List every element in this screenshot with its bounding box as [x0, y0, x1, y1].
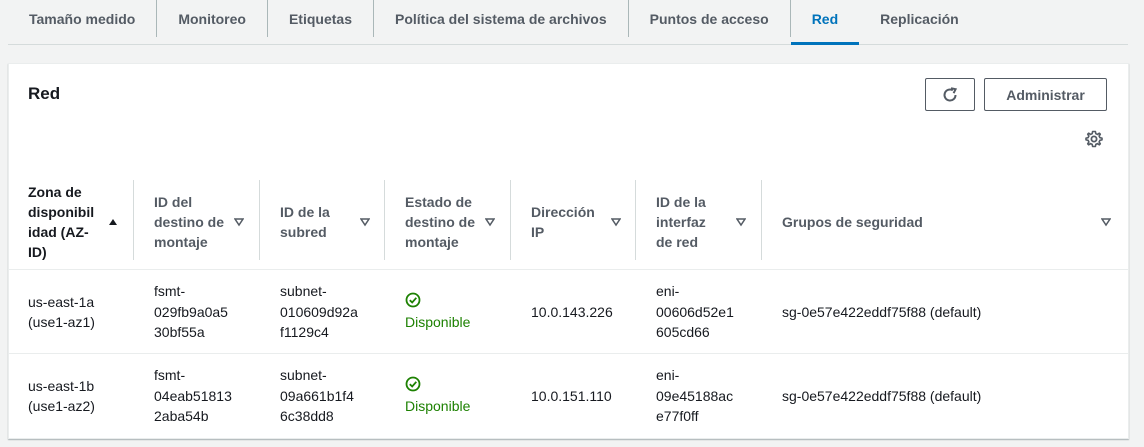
- security-groups-cell: sg-0e57e422eddf75f88 (default): [782, 387, 982, 404]
- ip-address-cell: 10.0.151.110: [531, 387, 612, 404]
- table-header: Zona de disponibil idad (AZ- ID) ID del …: [9, 174, 1128, 270]
- status-cell: Disponible: [405, 354, 470, 438]
- mount-target-id-cell: fsmt- 029fb9a0a5 30bf55a: [154, 283, 228, 341]
- tab-access-points[interactable]: Puntos de acceso: [627, 0, 790, 37]
- subnet-id-cell: subnet- 010609d92a f1129c4: [280, 283, 358, 341]
- column-divider: [635, 180, 636, 260]
- column-header-mount-target-state[interactable]: Estado de destino de montaje: [405, 174, 510, 270]
- column-divider: [761, 180, 762, 260]
- status-cell: Disponible: [405, 270, 470, 354]
- network-panel: Red Administrar Zona de disponibil idad …: [8, 63, 1129, 439]
- tab-monitoring[interactable]: Monitoreo: [156, 0, 267, 37]
- network-interface-id-cell: eni- 09e45188ac e77f0ff: [656, 367, 734, 425]
- sort-icon: [360, 218, 370, 227]
- sort-ascending-icon: [109, 219, 117, 225]
- table-row: us-east-1b (use1-az2) fsmt- 04eab51813 2aba…: [9, 354, 1128, 438]
- column-header-security-groups[interactable]: Grupos de seguridad: [782, 174, 1117, 270]
- mount-target-id-cell: fsmt- 04eab51813 2aba54b: [154, 367, 232, 425]
- security-groups-cell: sg-0e57e422eddf75f88 (default): [782, 303, 982, 320]
- network-interface-id-cell: eni- 00606d52e1 605cd66: [656, 283, 734, 341]
- status-text: Disponible: [405, 397, 471, 414]
- panel-title: Red: [28, 84, 61, 103]
- tab-metered-size[interactable]: Tamaño medido: [8, 0, 156, 37]
- column-header-network-interface-id[interactable]: ID de la interfaz de red: [656, 174, 761, 270]
- gear-icon[interactable]: [1085, 130, 1103, 148]
- column-divider: [384, 180, 385, 260]
- column-header-az[interactable]: Zona de disponibil idad (AZ- ID): [28, 174, 133, 270]
- tab-bar: Tamaño medido Monitoreo Etiquetas Políti…: [8, 0, 1128, 45]
- az-cell: us-east-1a (use1-az1): [28, 293, 95, 331]
- column-divider: [259, 180, 260, 260]
- tab-file-system-policy[interactable]: Política del sistema de archivos: [372, 0, 628, 37]
- table-row: us-east-1a (use1-az1) fsmt- 029fb9a0a5 30bf…: [9, 270, 1128, 354]
- tab-tags[interactable]: Etiquetas: [266, 0, 373, 37]
- tab-network[interactable]: Red: [789, 0, 860, 45]
- column-divider: [510, 180, 511, 260]
- column-header-mount-target-id[interactable]: ID del destino de montaje: [154, 174, 259, 270]
- column-header-subnet-id[interactable]: ID de la subred: [280, 174, 385, 270]
- tab-replication[interactable]: Replicación: [859, 0, 980, 37]
- sort-icon: [736, 218, 746, 227]
- column-divider: [133, 180, 134, 260]
- status-text: Disponible: [405, 313, 471, 330]
- sort-icon: [485, 218, 495, 227]
- sort-icon: [1101, 218, 1111, 227]
- refresh-button[interactable]: [925, 78, 975, 111]
- check-circle-icon: [405, 376, 421, 392]
- column-header-ip-address[interactable]: Dirección IP: [531, 174, 636, 270]
- sort-icon: [234, 218, 244, 227]
- check-circle-icon: [405, 292, 421, 308]
- az-cell: us-east-1b (use1-az2): [28, 377, 95, 415]
- subnet-id-cell: subnet- 09a661b1f4 6c38dd8: [280, 367, 354, 425]
- refresh-icon: [943, 86, 958, 101]
- ip-address-cell: 10.0.143.226: [531, 303, 613, 320]
- manage-button[interactable]: Administrar: [984, 78, 1107, 111]
- sort-icon: [611, 218, 621, 227]
